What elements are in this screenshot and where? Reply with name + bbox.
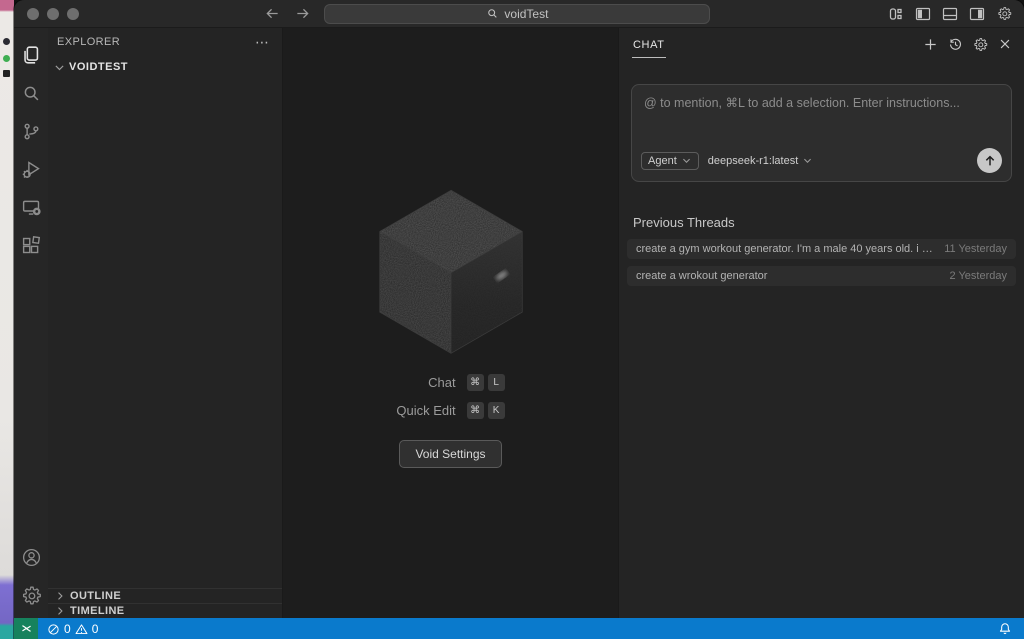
previous-threads-header: Previous Threads xyxy=(633,215,1010,230)
background-desktop-sliver xyxy=(0,0,14,639)
thread-title: create a wrokout generator xyxy=(636,270,942,282)
chat-header-actions xyxy=(921,35,1014,53)
notifications-bell-icon[interactable] xyxy=(996,620,1014,638)
source-control-icon[interactable] xyxy=(16,112,46,150)
outline-section-label: OUTLINE xyxy=(70,590,121,602)
workspace-folder-name: VOIDTEST xyxy=(69,61,128,73)
explorer-header: EXPLORER ⋯ xyxy=(48,28,282,56)
explorer-title: EXPLORER xyxy=(57,36,120,48)
chevron-right-icon xyxy=(54,590,66,602)
chat-settings-gear-icon[interactable] xyxy=(971,35,989,53)
main-area: EXPLORER ⋯ VOIDTEST OUTLINE TIMELINE xyxy=(14,28,1024,618)
previous-threads-list: create a gym workout generator. I'm a ma… xyxy=(627,239,1016,286)
new-chat-plus-icon[interactable] xyxy=(921,35,939,53)
extensions-icon[interactable] xyxy=(16,226,46,264)
chat-history-icon[interactable] xyxy=(946,35,964,53)
thread-list-item[interactable]: create a gym workout generator. I'm a ma… xyxy=(627,239,1016,259)
chevron-down-icon xyxy=(681,155,692,166)
thread-list-item[interactable]: create a wrokout generator 2 Yesterday xyxy=(627,266,1016,286)
titlebar: voidTest xyxy=(14,0,1024,28)
warnings-count: 0 xyxy=(92,622,99,636)
timeline-section-header[interactable]: TIMELINE xyxy=(48,603,282,618)
background-dot xyxy=(3,70,10,77)
zoom-window-button[interactable] xyxy=(67,8,79,20)
account-icon[interactable] xyxy=(16,538,46,576)
background-dot xyxy=(3,55,10,62)
remote-indicator[interactable] xyxy=(14,618,38,639)
remote-window-icon xyxy=(20,622,33,635)
run-debug-icon[interactable] xyxy=(16,150,46,188)
command-center-search[interactable]: voidTest xyxy=(324,4,710,24)
navigate-forward-icon[interactable] xyxy=(294,6,310,22)
send-message-button[interactable] xyxy=(977,148,1002,173)
thread-meta: 11 Yesterday xyxy=(944,243,1007,255)
status-bar: 0 0 xyxy=(14,618,1024,639)
errors-count: 0 xyxy=(64,622,71,636)
chevron-right-icon xyxy=(54,605,66,617)
chat-shortcut-row: Chat ⌘ L xyxy=(396,374,504,391)
search-icon xyxy=(486,7,499,20)
timeline-section-label: TIMELINE xyxy=(70,605,125,617)
void-cube-graphic xyxy=(376,184,526,354)
traffic-lights xyxy=(27,8,79,20)
background-dot xyxy=(3,38,10,45)
chat-input-toolbar: Agent deepseek-r1:latest xyxy=(632,148,1011,181)
minimize-window-button[interactable] xyxy=(47,8,59,20)
explorer-sidebar: EXPLORER ⋯ VOIDTEST OUTLINE TIMELINE xyxy=(48,28,283,618)
chat-panel: CHAT Agent xyxy=(618,28,1024,618)
chat-panel-header: CHAT xyxy=(619,28,1024,60)
titlebar-settings-gear-icon[interactable] xyxy=(995,5,1013,23)
navigate-back-icon[interactable] xyxy=(264,6,280,22)
quick-edit-shortcut-label: Quick Edit xyxy=(396,403,455,418)
quick-edit-shortcut-row: Quick Edit ⌘ K xyxy=(396,402,504,419)
chat-shortcut-label: Chat xyxy=(428,375,455,390)
screen: voidTest xyxy=(0,0,1024,639)
history-navigation xyxy=(264,6,310,22)
close-window-button[interactable] xyxy=(27,8,39,20)
search-sidebar-icon[interactable] xyxy=(16,74,46,112)
mode-select-value: Agent xyxy=(648,155,677,167)
chevron-down-icon xyxy=(53,61,66,74)
remote-explorer-icon[interactable] xyxy=(16,188,46,226)
warnings-icon xyxy=(75,623,88,636)
k-keycap: K xyxy=(488,402,505,419)
manage-settings-gear-icon[interactable] xyxy=(16,576,46,614)
l-keycap: L xyxy=(488,374,505,391)
model-select-value: deepseek-r1:latest xyxy=(708,155,799,167)
cmd-keycap: ⌘ xyxy=(467,374,484,391)
explorer-more-actions-icon[interactable]: ⋯ xyxy=(255,34,270,51)
chat-input-container: Agent deepseek-r1:latest xyxy=(631,84,1012,182)
mode-select-dropdown[interactable]: Agent xyxy=(641,152,699,170)
chevron-down-icon xyxy=(802,155,813,166)
editor-welcome-area: Chat ⌘ L Quick Edit ⌘ K Void xyxy=(283,28,618,618)
model-select-dropdown[interactable]: deepseek-r1:latest xyxy=(708,155,814,167)
cmd-keycap: ⌘ xyxy=(467,402,484,419)
workspace-folder-row[interactable]: VOIDTEST xyxy=(48,56,282,78)
toggle-secondary-sidebar-icon[interactable] xyxy=(968,5,986,23)
activity-bar xyxy=(14,28,48,618)
thread-title: create a gym workout generator. I'm a ma… xyxy=(636,243,936,255)
void-settings-button[interactable]: Void Settings xyxy=(399,440,501,468)
explorer-files-icon[interactable] xyxy=(16,36,46,74)
toggle-panel-icon[interactable] xyxy=(941,5,959,23)
toggle-primary-sidebar-icon[interactable] xyxy=(914,5,932,23)
problems-indicator[interactable]: 0 0 xyxy=(47,622,98,636)
chat-tab[interactable]: CHAT xyxy=(632,31,666,58)
thread-meta: 2 Yesterday xyxy=(950,270,1008,282)
void-editor-window: voidTest xyxy=(14,0,1024,639)
errors-icon xyxy=(47,623,60,636)
command-center-label: voidTest xyxy=(504,7,548,21)
close-panel-icon[interactable] xyxy=(996,35,1014,53)
customize-layout-icon[interactable] xyxy=(887,5,905,23)
outline-section-header[interactable]: OUTLINE xyxy=(48,588,282,603)
titlebar-layout-controls xyxy=(887,5,1013,23)
keyboard-shortcut-hints: Chat ⌘ L Quick Edit ⌘ K xyxy=(396,374,504,419)
chat-input[interactable] xyxy=(632,85,1011,148)
arrow-up-icon xyxy=(983,154,997,168)
